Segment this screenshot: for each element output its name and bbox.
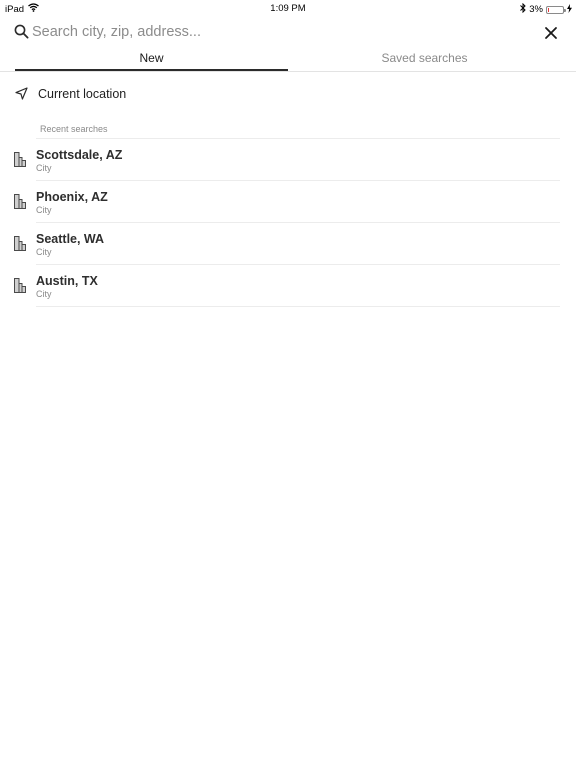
current-location-row[interactable]: Current location [0,82,576,106]
location-arrow-icon [15,87,28,100]
item-title: Seattle, WA [36,232,105,246]
search-icon [14,24,29,39]
status-bar: iPad 1:09 PM 3% [0,0,576,16]
tab-label: New [139,51,164,65]
building-icon [14,236,26,251]
list-item[interactable]: Phoenix, AZ City [14,180,560,222]
item-title: Scottsdale, AZ [36,148,123,162]
item-subtitle: City [36,247,52,257]
search-input[interactable] [32,21,512,43]
building-icon [14,278,26,293]
building-icon [14,194,26,209]
tabs-divider [0,71,576,72]
list-item[interactable]: Seattle, WA City [14,222,560,264]
item-subtitle: City [36,163,52,173]
list-item[interactable]: Scottsdale, AZ City [14,138,560,180]
clock: 1:09 PM [270,3,306,14]
bluetooth-icon [520,2,526,16]
close-icon[interactable] [543,25,559,41]
building-icon [14,152,26,167]
battery-icon [546,5,566,14]
charging-bolt-icon [567,3,572,16]
battery-fill [548,7,549,12]
item-subtitle: City [36,205,52,215]
current-location-label: Current location [38,87,127,101]
battery-percent: 3% [529,4,543,15]
search-bar [0,18,576,48]
tab-label: Saved searches [381,51,468,65]
list-item[interactable]: Austin, TX City [14,264,560,307]
item-title: Phoenix, AZ [36,190,108,204]
recent-searches-header: Recent searches [40,124,108,134]
item-subtitle: City [36,289,52,299]
recent-searches-list: Scottsdale, AZ City Phoenix, AZ City Sea… [0,138,576,307]
tab-saved-searches[interactable]: Saved searches [288,50,561,72]
search-tabs: New Saved searches [15,50,561,72]
item-title: Austin, TX [36,274,98,288]
